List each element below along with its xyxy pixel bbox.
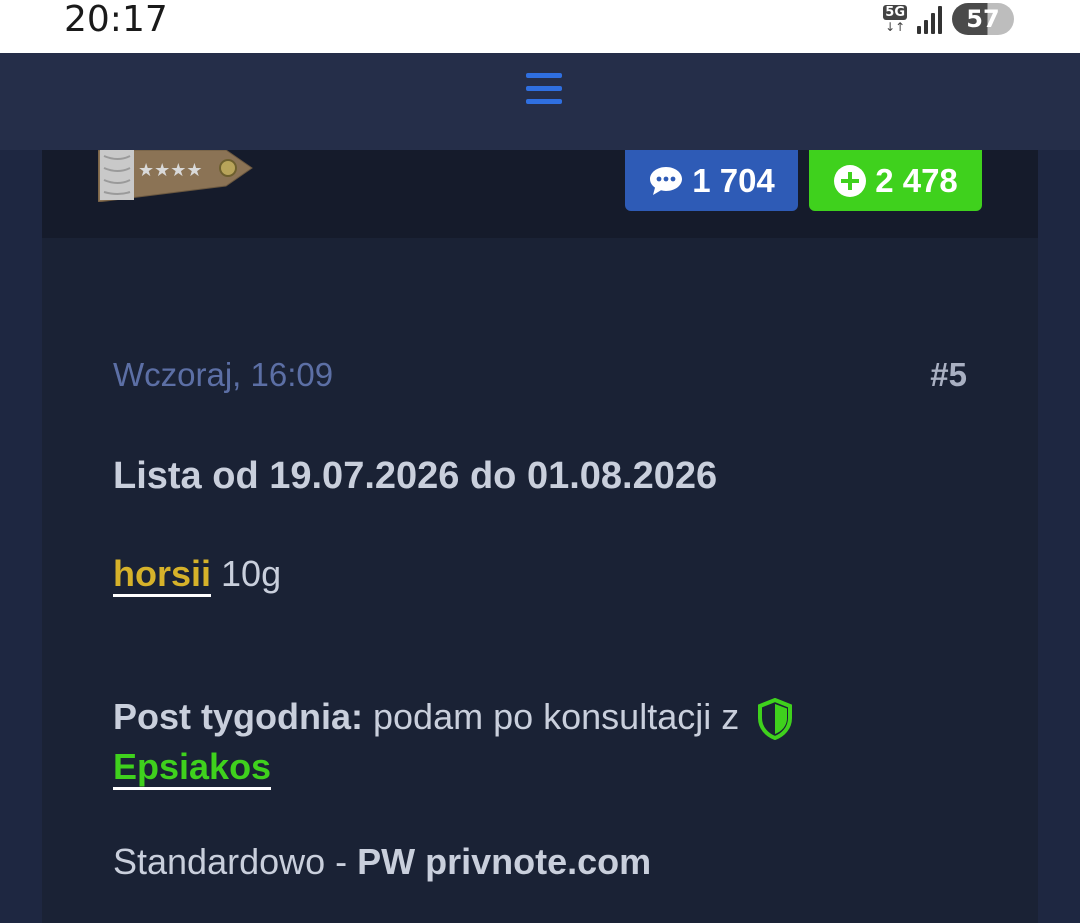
data-arrows-icon: ↓↑ <box>885 20 906 34</box>
plus-circle-icon <box>834 164 867 197</box>
reputation-count-button[interactable]: 2 478 <box>809 150 982 211</box>
post-of-week-line: Post tygodnia: podam po konsultacji z <box>113 696 793 741</box>
signal-strength-icon <box>917 4 942 34</box>
comments-count: 1 704 <box>692 161 775 199</box>
post-card: Wczoraj, 16:09 #5 Lista od 19.07.2026 do… <box>42 238 1038 923</box>
speech-bubble-icon <box>650 166 683 195</box>
post-date: Wczoraj, 16:09 <box>113 356 334 393</box>
status-icons: 5G ↓↑ 57 <box>883 2 1014 36</box>
left-gutter <box>0 150 42 923</box>
post-heading: Lista od 19.07.2026 do 01.08.2026 <box>113 455 718 497</box>
entry-value: 10g <box>221 553 282 594</box>
network-label: 5G <box>883 5 907 20</box>
rank-stars: ★★★★ <box>138 160 203 181</box>
reputation-count: 2 478 <box>875 161 958 199</box>
status-time: 20:17 <box>64 0 168 40</box>
post-number-link[interactable]: #5 <box>930 356 967 394</box>
comments-count-button[interactable]: 1 704 <box>625 150 798 211</box>
rank-badge-icon: ★★★★ <box>98 150 253 202</box>
top-navigation-bar <box>0 53 1080 150</box>
battery-icon: 57 <box>952 3 1014 35</box>
user-link-horsii[interactable]: horsii <box>113 553 212 597</box>
list-entry: horsii 10g <box>113 553 282 597</box>
standard-contact-line: Standardowo - PW privnote.com <box>113 841 651 883</box>
hamburger-menu-icon[interactable] <box>526 73 562 109</box>
network-5g-icon: 5G ↓↑ <box>883 5 907 33</box>
post-of-week-text: podam po konsultacji z <box>373 696 740 737</box>
user-link-epsiakos[interactable]: Epsiakos <box>113 746 272 790</box>
moderator-line: Epsiakos <box>113 746 272 790</box>
standard-text: Standardowo - <box>113 841 358 882</box>
standard-contact: PW privnote.com <box>357 841 652 882</box>
post-of-week-label: Post tygodnia: <box>113 696 363 737</box>
author-profile-strip: ★★★★ 1 704 2 478 <box>42 150 1038 238</box>
status-bar: 20:17 5G ↓↑ 57 <box>0 0 1080 53</box>
battery-level: 57 <box>966 5 1000 33</box>
right-gutter <box>1038 150 1080 923</box>
shield-icon <box>758 698 793 741</box>
